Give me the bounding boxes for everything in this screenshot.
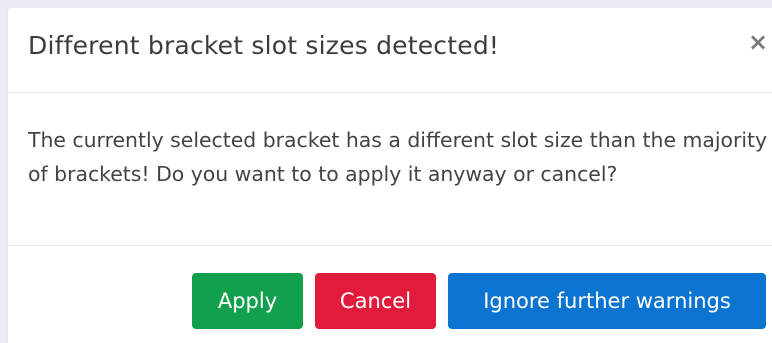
- warning-dialog: Different bracket slot sizes detected! ×…: [8, 8, 772, 343]
- dialog-footer: Apply Cancel Ignore further warnings: [8, 246, 772, 343]
- dialog-message: The currently selected bracket has a dif…: [28, 128, 768, 186]
- close-icon[interactable]: ×: [748, 30, 768, 54]
- dialog-title: Different bracket slot sizes detected!: [28, 31, 500, 60]
- apply-button[interactable]: Apply: [192, 273, 303, 329]
- dialog-body: The currently selected bracket has a dif…: [8, 93, 772, 246]
- ignore-further-warnings-button[interactable]: Ignore further warnings: [448, 273, 766, 329]
- dialog-header: Different bracket slot sizes detected! ×: [8, 8, 772, 93]
- cancel-button[interactable]: Cancel: [315, 273, 436, 329]
